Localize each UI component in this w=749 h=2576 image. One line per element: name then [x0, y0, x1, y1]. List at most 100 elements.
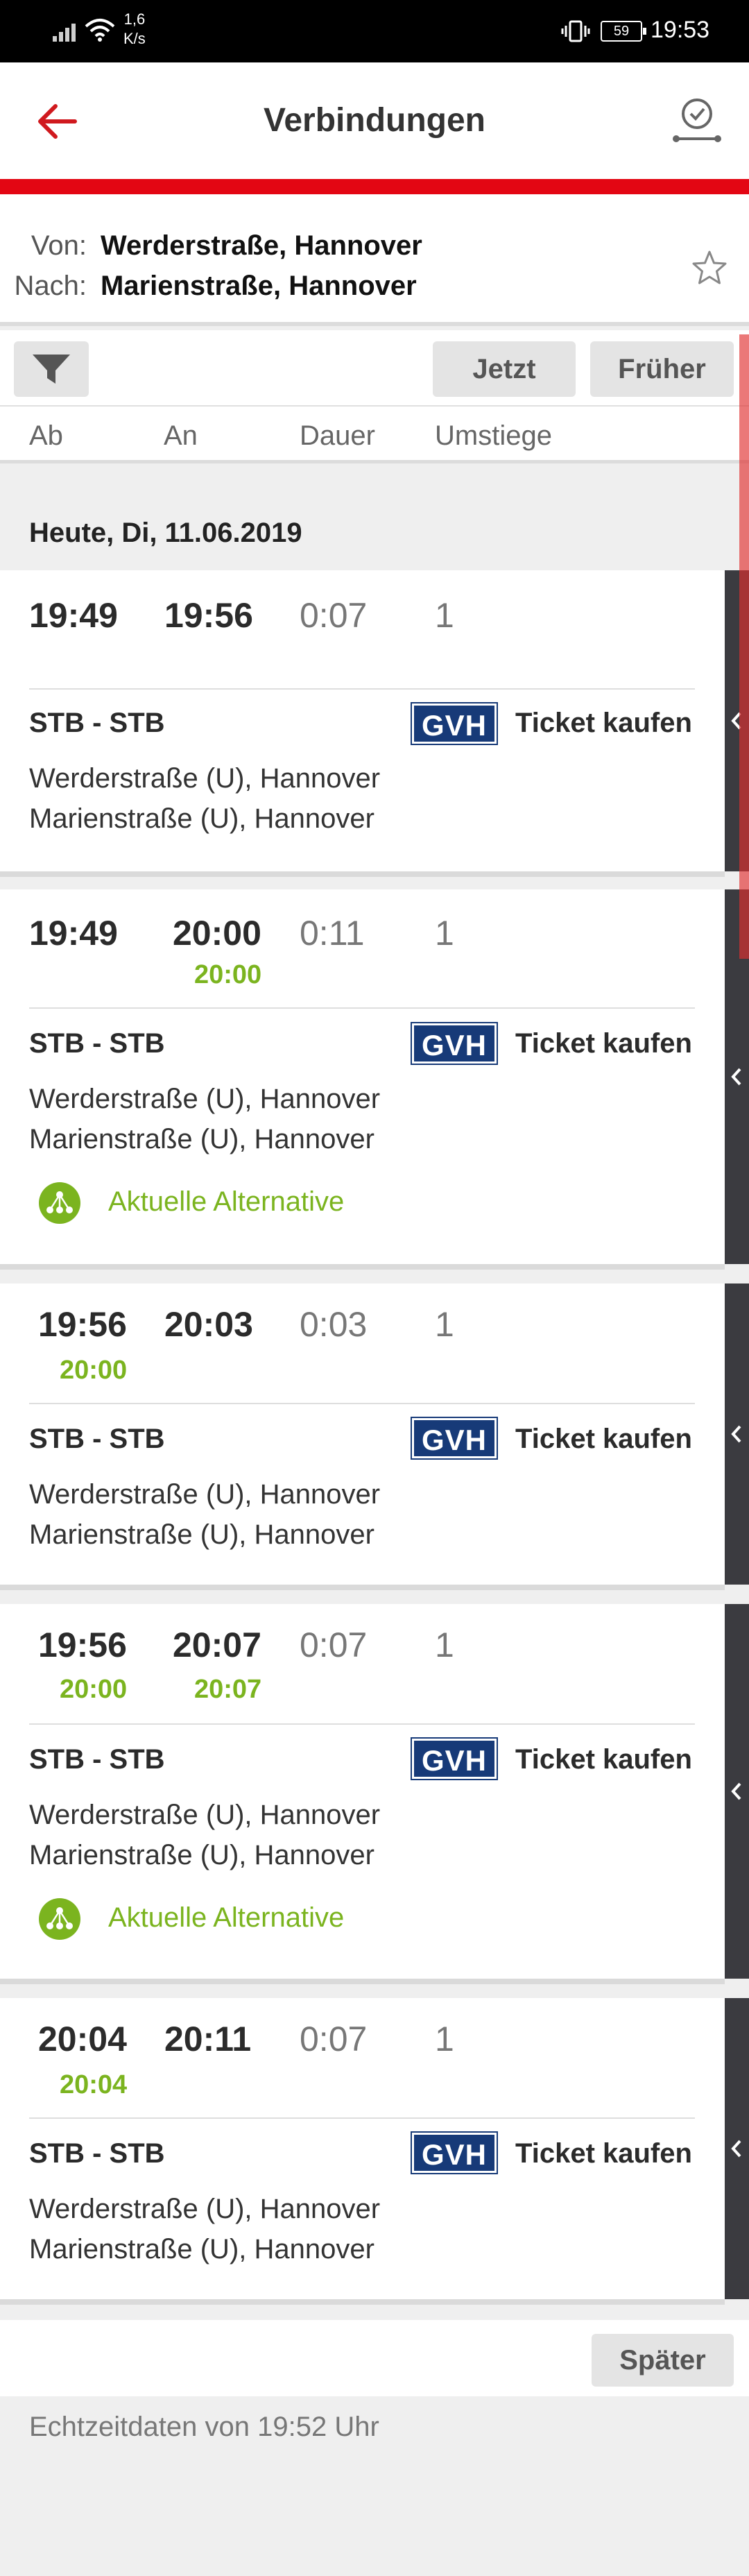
vibrate-icon [561, 20, 590, 42]
now-button[interactable]: Jetzt [433, 341, 576, 397]
col-arrival: An [164, 420, 198, 451]
connection-card[interactable]: 19:56 20:00 20:03 0:03 1 STB - STB GVH T… [0, 1283, 749, 1590]
alternative-route-icon [39, 1182, 80, 1224]
transfers: 1 [435, 2020, 454, 2058]
earlier-button[interactable]: Früher [590, 341, 734, 397]
ticket-kaufen-link[interactable]: Ticket kaufen [515, 1028, 692, 1059]
duration: 0:07 [300, 596, 368, 635]
to-label: Nach: [14, 271, 87, 301]
connection-card[interactable]: 19:56 20:00 20:07 20:07 0:07 1 STB - STB… [0, 1604, 749, 1984]
duration: 0:03 [300, 1305, 368, 1344]
column-headers: Ab An Dauer Umstiege [0, 407, 749, 463]
divider [29, 2117, 695, 2119]
filter-icon [33, 355, 70, 384]
duration: 0:07 [300, 1626, 368, 1664]
speed-unit: K/s [123, 30, 146, 47]
line-name: STB - STB [29, 1424, 165, 1454]
line-name: STB - STB [29, 1028, 165, 1059]
expand-handle[interactable] [725, 1998, 749, 2299]
ticket-kaufen-link[interactable]: Ticket kaufen [515, 708, 692, 739]
arrival-time: 20:00 [173, 914, 261, 953]
chevron-left-icon [731, 2140, 741, 2158]
departure-time: 19:56 [38, 1626, 127, 1664]
gvh-logo: GVH [411, 1022, 498, 1065]
status-bar: 1,6 K/s 59 19:53 [0, 0, 749, 62]
toolbar: Jetzt Früher [0, 330, 749, 407]
from-stop: Werderstraße (U), Hannover [29, 763, 381, 794]
accent-bar [0, 179, 749, 194]
speed-value: 1,6 [123, 10, 146, 28]
col-transfers: Umstiege [435, 420, 552, 451]
signal-icon [53, 21, 80, 42]
divider [29, 688, 695, 690]
route-summary: Von: Werderstraße, Hannover Nach: Marien… [0, 194, 749, 326]
arrival-realtime: 20:07 [194, 1675, 262, 1704]
transfers: 1 [435, 1626, 454, 1664]
arrival-time: 20:07 [173, 1626, 261, 1664]
page-title: Verbindungen [263, 102, 485, 139]
col-departure: Ab [29, 420, 63, 451]
ticket-kaufen-link[interactable]: Ticket kaufen [515, 1424, 692, 1455]
app-bar: Verbindungen [0, 62, 749, 179]
star-outline-icon[interactable] [690, 248, 729, 287]
realtime-info: Echtzeitdaten von 19:52 Uhr [29, 2412, 379, 2442]
filter-button[interactable] [14, 341, 89, 397]
clock: 19:53 [651, 17, 710, 43]
wifi-icon [85, 19, 115, 42]
connection-card[interactable]: 20:04 20:04 20:11 0:07 1 STB - STB GVH T… [0, 1998, 749, 2305]
arrival-time: 20:11 [164, 2020, 252, 2058]
gvh-logo: GVH [411, 1737, 498, 1780]
transfers: 1 [435, 596, 454, 635]
gvh-logo: GVH [411, 1417, 498, 1460]
duration: 0:07 [300, 2020, 368, 2058]
from-stop: Werderstraße (U), Hannover [29, 2194, 381, 2224]
alternative-link[interactable]: Aktuelle Alternative [108, 1186, 344, 1218]
departure-time: 20:04 [38, 2020, 127, 2058]
alternative-route-icon [39, 1898, 80, 1940]
to-stop: Marienstraße (U), Hannover [29, 803, 374, 834]
ticket-kaufen-link[interactable]: Ticket kaufen [515, 2138, 692, 2169]
transfers: 1 [435, 914, 454, 953]
arrival-realtime: 20:00 [194, 960, 262, 989]
expand-handle[interactable] [725, 1604, 749, 1979]
from-stop: Werderstraße (U), Hannover [29, 1479, 381, 1510]
line-name: STB - STB [29, 1744, 165, 1775]
from-label: Von: [31, 230, 87, 261]
to-stop: Marienstraße (U), Hannover [29, 1519, 374, 1550]
to-stop: Marienstraße (U), Hannover [29, 1840, 374, 1870]
network-speed: 1,6 K/s [123, 10, 146, 49]
load-more-bar: Später [0, 2320, 749, 2396]
date-header: Heute, Di, 11.06.2019 [29, 518, 302, 548]
ticket-kaufen-link[interactable]: Ticket kaufen [515, 1744, 692, 1775]
arrival-time: 19:56 [164, 596, 253, 635]
expand-handle[interactable] [725, 1283, 749, 1585]
clock-route-icon[interactable] [669, 94, 725, 150]
arrival-time: 20:03 [164, 1305, 253, 1344]
from-stop: Werderstraße (U), Hannover [29, 1084, 381, 1114]
scroll-indicator[interactable] [739, 334, 749, 959]
to-stop: Marienstraße (U), Hannover [29, 2234, 374, 2264]
to-stop: Marienstraße (U), Hannover [29, 1124, 374, 1154]
transfers: 1 [435, 1305, 454, 1344]
from-value: Werderstraße, Hannover [101, 230, 422, 261]
divider [29, 1403, 695, 1404]
connection-card[interactable]: 19:49 19:56 0:07 1 STB - STB GVH Ticket … [0, 570, 749, 877]
chevron-left-icon [731, 1425, 741, 1443]
chevron-left-icon [731, 1782, 741, 1800]
divider [29, 1723, 695, 1725]
later-button[interactable]: Später [592, 2334, 734, 2387]
to-value: Marienstraße, Hannover [101, 271, 417, 301]
alternative-link[interactable]: Aktuelle Alternative [108, 1902, 344, 1934]
departure-realtime: 20:04 [60, 2070, 128, 2099]
col-duration: Dauer [300, 420, 375, 451]
gvh-logo: GVH [411, 2131, 498, 2174]
line-name: STB - STB [29, 2138, 165, 2169]
battery-icon: 59 [601, 21, 646, 42]
departure-time: 19:49 [29, 914, 118, 953]
line-name: STB - STB [29, 708, 165, 738]
departure-realtime: 20:00 [60, 1675, 128, 1704]
departure-time: 19:56 [38, 1305, 127, 1344]
departure-realtime: 20:00 [60, 1356, 128, 1385]
connection-card[interactable]: 19:49 20:00 20:00 0:11 1 STB - STB GVH T… [0, 889, 749, 1270]
duration: 0:11 [300, 914, 365, 953]
